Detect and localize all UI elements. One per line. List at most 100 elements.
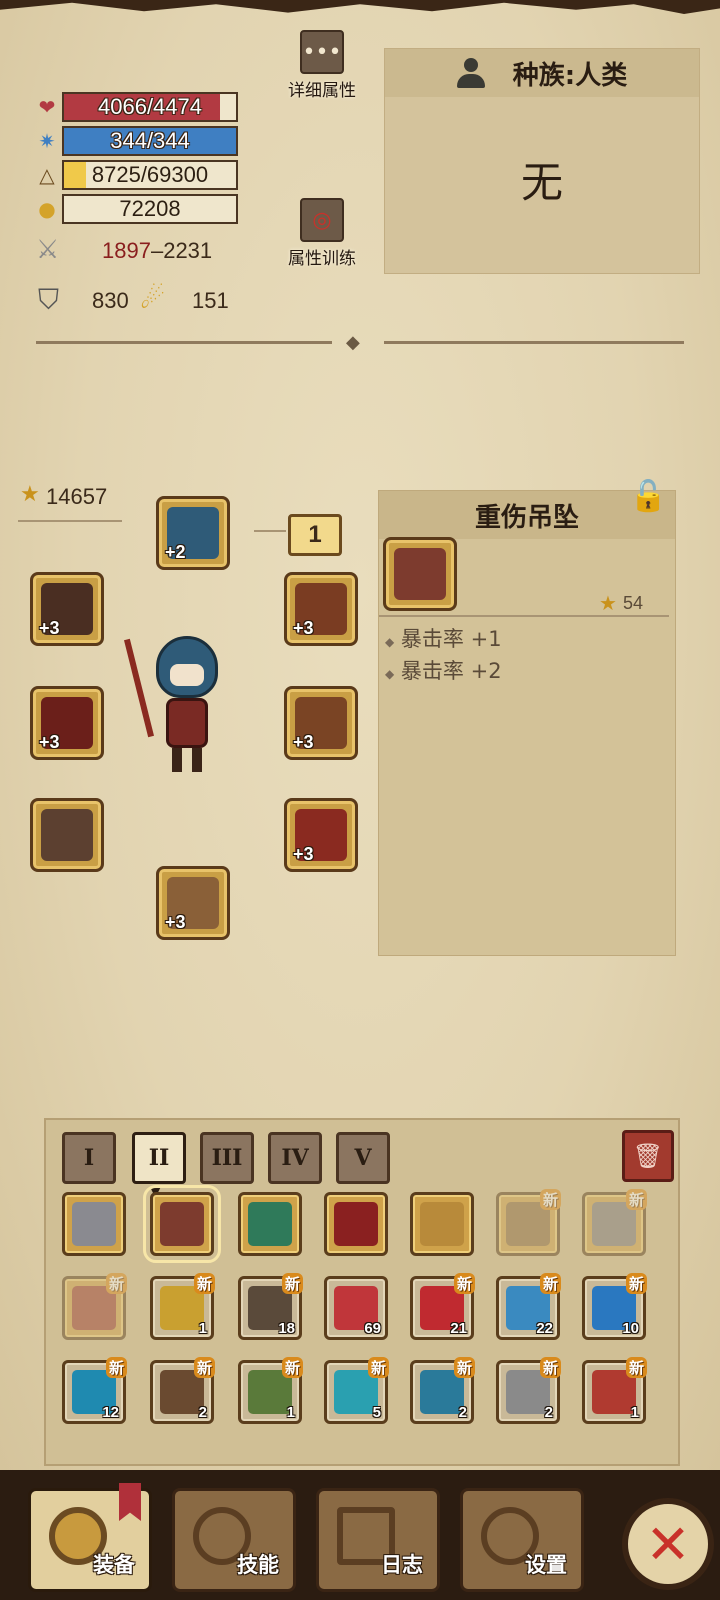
inventory-item[interactable]: 69: [324, 1276, 388, 1340]
hero-body: [166, 698, 208, 748]
item-count: 21: [450, 1320, 467, 1337]
gold-bar: 72208: [62, 194, 238, 224]
slot-plus: +2: [165, 542, 186, 562]
item-art-icon: [334, 1202, 378, 1246]
slot-cloak[interactable]: +3: [284, 798, 358, 872]
hp-row: ❤: [34, 92, 60, 122]
inventory-item[interactable]: 1新: [582, 1357, 647, 1424]
inventory-item[interactable]: [324, 1192, 388, 1256]
gold-value: 72208: [119, 196, 181, 221]
slot-plus: +3: [165, 912, 186, 932]
item-count: 12: [102, 1404, 119, 1421]
close-icon: ✕: [645, 1512, 691, 1576]
details-label: 详细属性: [288, 81, 356, 101]
slot-armor[interactable]: +3: [284, 686, 358, 760]
details-button[interactable]: ••• 详细属性: [282, 30, 362, 101]
item-count: 18: [278, 1320, 295, 1337]
inventory-item[interactable]: 1新: [150, 1273, 215, 1340]
bookmark-icon: [119, 1483, 141, 1521]
nav-skills[interactable]: 技能: [172, 1488, 296, 1592]
nav-equip-label: 装备: [93, 1553, 135, 1577]
divider-ornament-icon: ◆: [346, 332, 360, 353]
close-button[interactable]: ✕: [622, 1498, 714, 1590]
hero-leg-left: [172, 748, 182, 772]
detail-item-slot: [383, 537, 457, 611]
item-count: 1: [198, 1320, 207, 1337]
tab-4[interactable]: IV: [268, 1132, 322, 1184]
slot-gloves[interactable]: +3: [30, 572, 104, 646]
inventory-item[interactable]: 新: [62, 1273, 127, 1340]
inventory-item[interactable]: 1新: [238, 1357, 303, 1424]
tab-5[interactable]: V: [336, 1132, 390, 1184]
tab-3[interactable]: III: [200, 1132, 254, 1184]
inventory-item[interactable]: 新: [496, 1189, 561, 1256]
slot-offhand[interactable]: [30, 798, 104, 872]
inventory-panel: I II ▼ III IV V 🗑 新新新1新18新6921新22新10新12新…: [44, 1118, 680, 1466]
new-badge: 新: [625, 1357, 647, 1378]
training-label: 属性训练: [288, 249, 356, 269]
slot-helmet[interactable]: +2: [156, 496, 230, 570]
dodge-icon: ☄: [140, 283, 166, 314]
item-count: 5: [372, 1404, 381, 1421]
inventory-item[interactable]: [143, 1185, 221, 1263]
item-count: 2: [544, 1404, 553, 1421]
nav-settings[interactable]: 设置: [460, 1488, 584, 1592]
item-detail-panel: 重伤吊坠 🔓 ★ 54 ◆ 暴击率 +1 ◆ 暴击率 +2: [378, 479, 676, 956]
inventory-item[interactable]: 2新: [150, 1357, 215, 1424]
bullet-icon: ◆: [385, 635, 395, 649]
bottom-nav: 装备 技能 日志 设置: [0, 1470, 720, 1600]
inventory-item[interactable]: 2新: [410, 1357, 475, 1424]
inventory-item[interactable]: [62, 1192, 126, 1256]
inventory-item[interactable]: 21 新: [410, 1273, 475, 1340]
inventory-item[interactable]: [410, 1192, 474, 1256]
level-connector: [254, 530, 286, 532]
tab-1[interactable]: I: [62, 1132, 116, 1184]
trash-button[interactable]: 🗑: [622, 1130, 674, 1182]
nav-log[interactable]: 日志: [316, 1488, 440, 1592]
inventory-item[interactable]: 新: [582, 1189, 647, 1256]
dodge-value: 151: [192, 288, 229, 313]
hp-bar: 4066/4474: [62, 92, 238, 122]
inventory-item[interactable]: 2新: [496, 1357, 561, 1424]
item-count: 69: [364, 1320, 381, 1337]
shield-icon: ⛉: [38, 284, 60, 315]
race-title: 种族:人类: [512, 60, 628, 91]
unlock-icon[interactable]: 🔓: [630, 479, 667, 514]
inventory-item[interactable]: 18 新: [238, 1273, 303, 1340]
hero-leg-right: [192, 748, 202, 772]
level-badge[interactable]: 1: [288, 514, 342, 556]
slot-necklace[interactable]: +3: [284, 572, 358, 646]
detail-stars: 54: [623, 593, 644, 613]
bullet-icon: ◆: [385, 667, 395, 681]
xp-value: 8725/69300: [91, 162, 209, 187]
person-icon: [456, 58, 485, 88]
item-count: 10: [622, 1320, 639, 1337]
new-badge: 新: [453, 1357, 475, 1378]
slot-boots[interactable]: +3: [156, 866, 230, 940]
race-header: 种族:人类: [385, 49, 699, 97]
slot-weapon[interactable]: +3: [30, 686, 104, 760]
item-art-icon: [160, 1202, 204, 1246]
slot-plus: +3: [293, 618, 314, 638]
new-badge: 新: [193, 1357, 215, 1378]
crossed-swords-icon: ⚔: [36, 234, 60, 264]
new-badge: 新: [453, 1273, 475, 1294]
divider-right: [384, 341, 684, 344]
detail-star-icon: ★: [599, 591, 617, 615]
tab-2[interactable]: II: [132, 1132, 186, 1184]
inventory-item[interactable]: 12 新: [62, 1357, 127, 1424]
gold-icon: ●: [38, 197, 56, 221]
new-badge: 新: [367, 1357, 389, 1378]
divider-left: [36, 341, 332, 344]
hp-value: 4066/4474: [98, 94, 202, 119]
training-button[interactable]: ◎ 属性训练: [282, 198, 362, 269]
inventory-item[interactable]: [238, 1192, 302, 1256]
nav-equip[interactable]: 装备: [28, 1483, 152, 1592]
new-badge: 新: [539, 1357, 561, 1378]
inventory-item[interactable]: 5新: [324, 1357, 389, 1424]
inventory-item[interactable]: 22 新: [496, 1273, 561, 1340]
inventory-item[interactable]: 10 新: [582, 1273, 647, 1340]
item-art-icon: [72, 1202, 116, 1246]
bracer-icon: [41, 809, 93, 861]
item-count: 1: [630, 1404, 639, 1421]
